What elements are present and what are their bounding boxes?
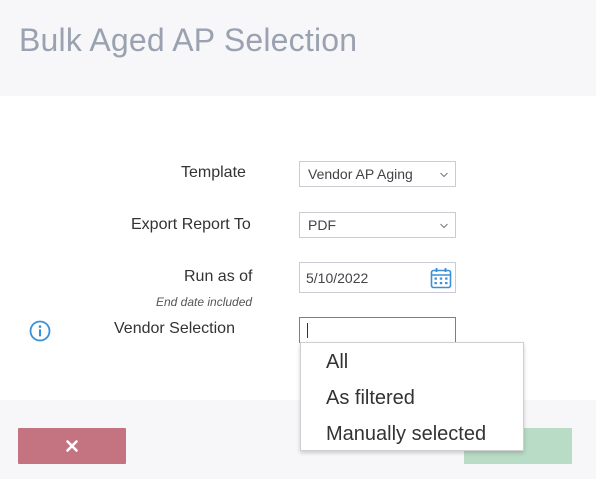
dropdown-option-as-filtered[interactable]: As filtered — [326, 387, 415, 410]
calendar-icon[interactable] — [430, 267, 452, 289]
cancel-button[interactable] — [18, 428, 126, 464]
export-report-label: Export Report To — [131, 216, 251, 233]
template-select-value: Vendor AP Aging — [308, 166, 413, 182]
export-report-select[interactable]: PDF — [299, 212, 456, 238]
dialog-title: Bulk Aged AP Selection — [19, 22, 358, 58]
vendor-selection-label: Vendor Selection — [114, 320, 235, 337]
template-label: Template — [181, 164, 246, 181]
run-as-of-label: Run as of — [184, 268, 253, 285]
run-as-of-date-input[interactable]: 5/10/2022 — [299, 262, 456, 293]
info-icon[interactable] — [29, 320, 51, 342]
dropdown-option-all[interactable]: All — [326, 351, 348, 374]
export-report-select-value: PDF — [308, 217, 336, 233]
run-as-of-date-value: 5/10/2022 — [306, 270, 369, 286]
chevron-down-icon — [440, 223, 448, 229]
close-icon — [66, 440, 78, 452]
chevron-down-icon — [440, 172, 448, 178]
dropdown-option-manually-selected[interactable]: Manually selected — [326, 423, 486, 446]
vendor-selection-input[interactable] — [299, 317, 456, 343]
text-caret — [307, 323, 308, 338]
run-as-of-sublabel: End date included — [156, 295, 253, 309]
dialog-header: Bulk Aged AP Selection — [0, 0, 596, 96]
vendor-selection-dropdown: All As filtered Manually selected — [300, 342, 524, 451]
template-select[interactable]: Vendor AP Aging — [299, 161, 456, 187]
